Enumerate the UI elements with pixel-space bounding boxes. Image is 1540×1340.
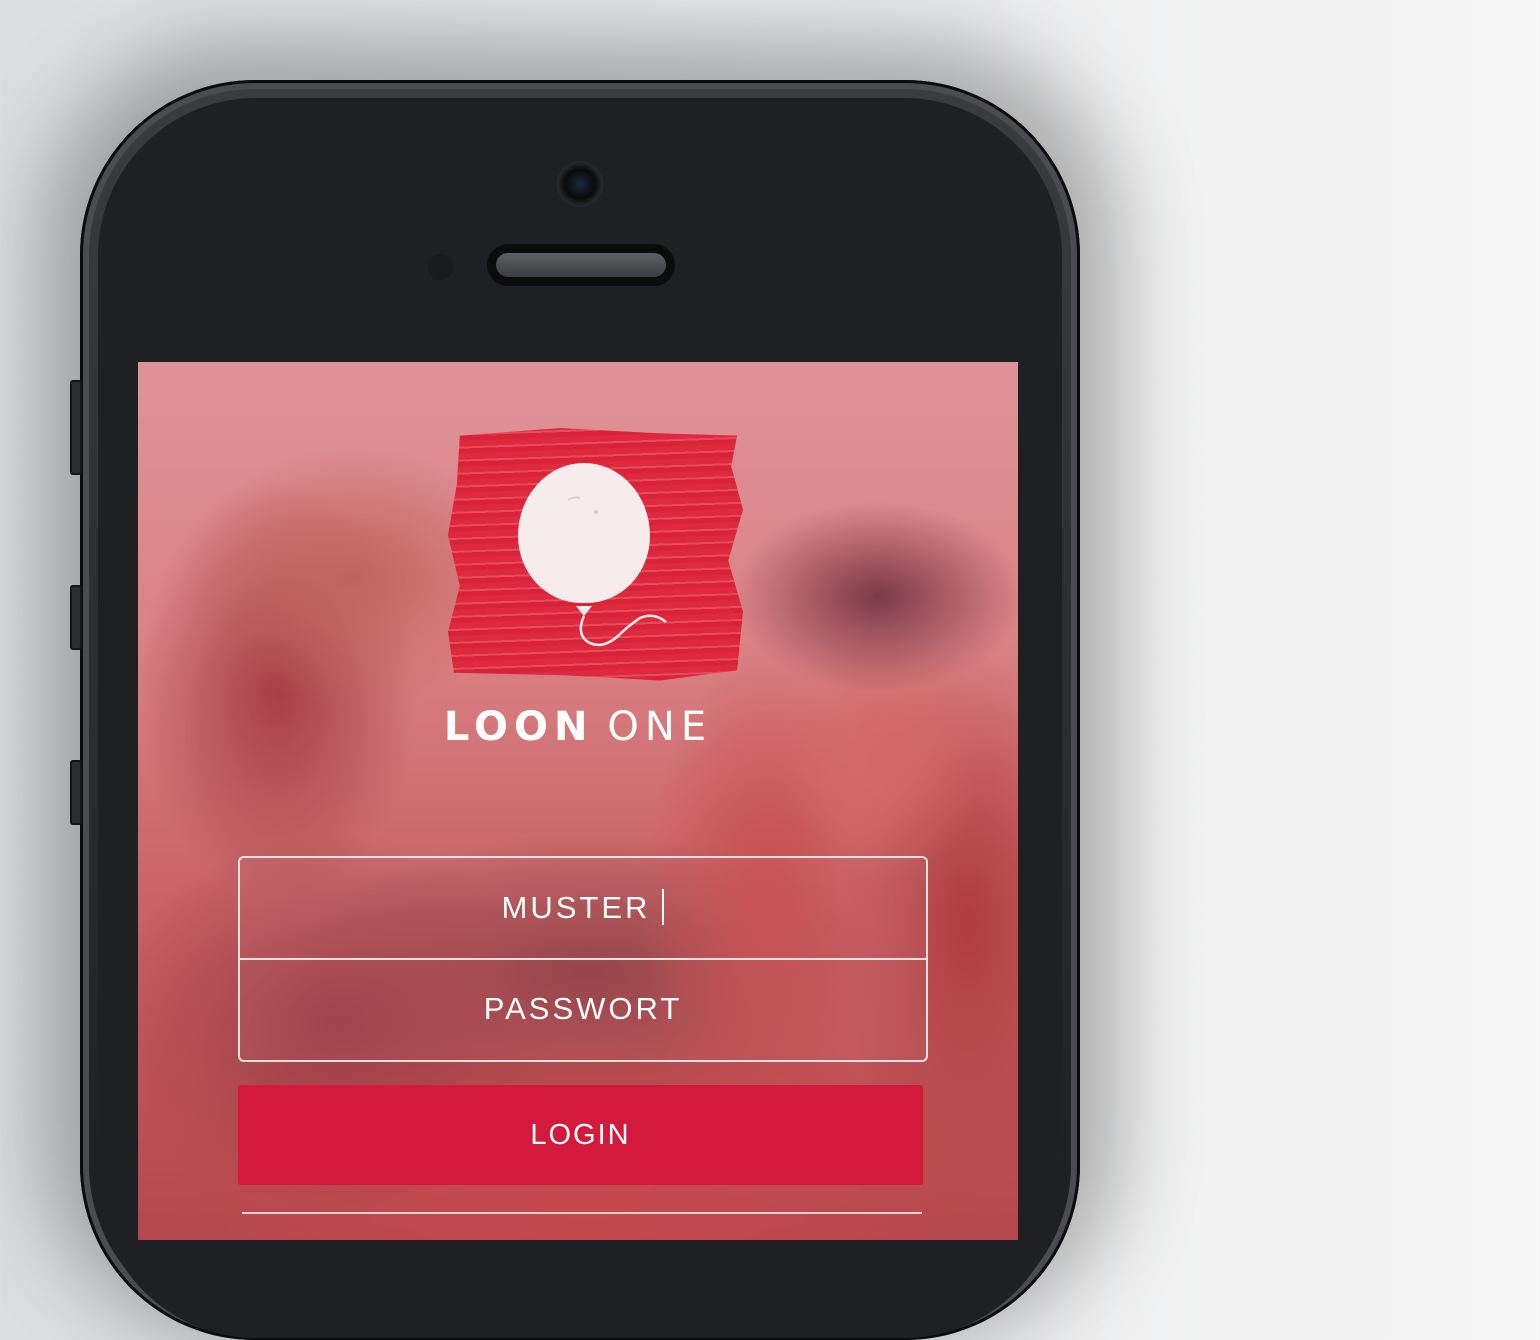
mute-switch — [70, 380, 82, 475]
login-button-label: LOGIN — [530, 1119, 631, 1151]
brand-name-bold: LOON — [443, 704, 594, 750]
divider — [242, 1212, 922, 1214]
app-logo — [448, 428, 743, 683]
front-camera — [557, 161, 603, 207]
earpiece-speaker — [487, 244, 675, 286]
volume-down-button — [70, 760, 82, 825]
password-placeholder: PASSWORT — [483, 991, 683, 1026]
username-value: MUSTER — [501, 890, 651, 925]
brand-name-light: ONE — [607, 704, 713, 750]
volume-up-button — [70, 585, 82, 650]
username-field[interactable]: MUSTER — [240, 858, 926, 960]
login-form: MUSTER PASSWORT — [238, 856, 928, 1062]
login-screen: LOON ONE MUSTER PASSWORT LOGIN — [138, 362, 1018, 1240]
proximity-sensor — [428, 254, 454, 280]
balloon-string-icon — [567, 496, 667, 647]
text-cursor — [662, 888, 665, 925]
login-button[interactable]: LOGIN — [238, 1085, 923, 1185]
password-field[interactable]: PASSWORT — [240, 959, 926, 1059]
brand-wordmark: LOON ONE — [138, 704, 1018, 750]
